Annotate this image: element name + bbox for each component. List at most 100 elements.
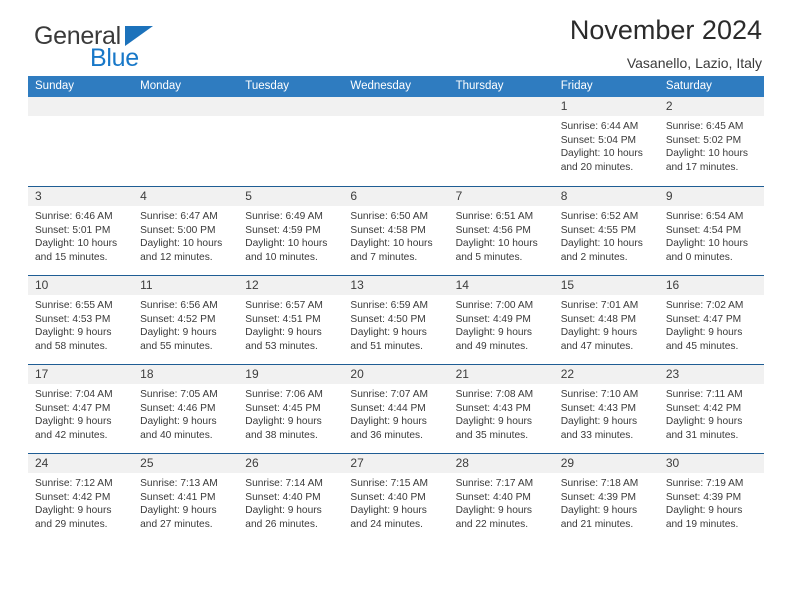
day-number: 29 — [553, 454, 659, 473]
day-details: Sunrise: 6:57 AM Sunset: 4:51 PM Daylight:… — [238, 295, 343, 353]
day-number — [238, 97, 344, 116]
sunrise-text: Sunrise: 7:08 AM — [455, 389, 534, 400]
weekday-header-monday: Monday — [140, 80, 182, 92]
calendar-day-cell[interactable]: 8 Sunrise: 6:52 AM Sunset: 4:55 PM Daylight… — [553, 187, 659, 275]
calendar-day-cell[interactable]: 9 Sunrise: 6:54 AM Sunset: 4:54 PM Daylight… — [658, 187, 764, 275]
sunset-text: Sunset: 4:52 PM — [140, 313, 216, 325]
sunrise-text: Sunrise: 7:17 AM — [455, 478, 534, 489]
calendar-week-row: 1 Sunrise: 6:44 AM Sunset: 5:04 PM Daylight… — [28, 97, 764, 186]
sunrise-text: Sunrise: 6:51 AM — [455, 211, 534, 222]
calendar-day-cell[interactable]: 7 Sunrise: 6:51 AM Sunset: 4:56 PM Daylight… — [448, 187, 554, 275]
calendar-day-cell[interactable]: 11 Sunrise: 6:56 AM Sunset: 4:52 PM Dayligh… — [133, 276, 239, 364]
calendar-day-cell[interactable]: 16 Sunrise: 7:02 AM Sunset: 4:47 PM Dayligh… — [658, 276, 764, 364]
calendar-day-cell[interactable]: 15 Sunrise: 7:01 AM Sunset: 4:48 PM Dayligh… — [553, 276, 659, 364]
calendar-day-cell[interactable]: 17 Sunrise: 7:04 AM Sunset: 4:47 PM Dayligh… — [28, 365, 134, 453]
sunset-text: Sunset: 4:49 PM — [455, 313, 531, 325]
sunset-text: Sunset: 5:02 PM — [665, 134, 742, 146]
triangle-icon — [125, 26, 153, 46]
calendar-day-cell[interactable]: 1 Sunrise: 6:44 AM Sunset: 5:04 PM Daylight… — [553, 97, 659, 186]
sunrise-text: Sunrise: 7:04 AM — [35, 389, 113, 400]
daylight-text: Daylight: 9 hours and 27 minutes. — [140, 505, 217, 530]
sunset-text: Sunset: 4:56 PM — [455, 224, 531, 236]
sunset-text: Sunset: 5:01 PM — [35, 224, 111, 236]
calendar-day-cell[interactable]: 23 Sunrise: 7:11 AM Sunset: 4:42 PM Dayligh… — [658, 365, 764, 453]
sunset-text: Sunset: 4:39 PM — [665, 491, 742, 503]
calendar-day-cell[interactable]: 26 Sunrise: 7:14 AM Sunset: 4:40 PM Dayligh… — [238, 454, 344, 542]
calendar-day-cell[interactable]: 27 Sunrise: 7:15 AM Sunset: 4:40 PM Dayligh… — [343, 454, 449, 542]
sunset-text: Sunset: 4:46 PM — [140, 402, 216, 414]
daylight-text: Daylight: 9 hours and 51 minutes. — [350, 327, 427, 352]
day-number: 5 — [238, 187, 344, 206]
sunset-text: Sunset: 4:44 PM — [350, 402, 426, 414]
day-details: Sunrise: 7:13 AM Sunset: 4:41 PM Daylight:… — [133, 473, 238, 531]
day-number: 2 — [658, 97, 764, 116]
calendar-day-cell[interactable]: 29 Sunrise: 7:18 AM Sunset: 4:39 PM Dayligh… — [553, 454, 659, 542]
calendar-day-cell[interactable]: 19 Sunrise: 7:06 AM Sunset: 4:45 PM Dayligh… — [238, 365, 344, 453]
sunrise-text: Sunrise: 6:47 AM — [140, 211, 218, 222]
daylight-text: Daylight: 9 hours and 21 minutes. — [560, 505, 638, 530]
day-details: Sunrise: 7:17 AM Sunset: 4:40 PM Daylight:… — [449, 473, 554, 531]
sunset-text: Sunset: 4:54 PM — [665, 224, 742, 236]
calendar-day-cell[interactable]: 18 Sunrise: 7:05 AM Sunset: 4:46 PM Dayligh… — [133, 365, 239, 453]
calendar-day-cell[interactable]: 24 Sunrise: 7:12 AM Sunset: 4:42 PM Dayligh… — [28, 454, 134, 542]
day-details: Sunrise: 6:55 AM Sunset: 4:53 PM Daylight:… — [28, 295, 133, 353]
day-details: Sunrise: 7:04 AM Sunset: 4:47 PM Daylight:… — [28, 384, 133, 442]
calendar-day-cell[interactable]: 20 Sunrise: 7:07 AM Sunset: 4:44 PM Dayligh… — [343, 365, 449, 453]
calendar-day-cell[interactable]: 22 Sunrise: 7:10 AM Sunset: 4:43 PM Dayligh… — [553, 365, 659, 453]
day-number — [448, 97, 554, 116]
day-details: Sunrise: 7:15 AM Sunset: 4:40 PM Daylight:… — [343, 473, 448, 531]
calendar-day-cell[interactable]: 3 Sunrise: 6:46 AM Sunset: 5:01 PM Daylight… — [28, 187, 134, 275]
sunrise-text: Sunrise: 7:11 AM — [665, 389, 743, 400]
calendar-day-cell[interactable]: 14 Sunrise: 7:00 AM Sunset: 4:49 PM Dayligh… — [448, 276, 554, 364]
daylight-text: Daylight: 9 hours and 45 minutes. — [665, 327, 743, 352]
calendar-day-cell[interactable]: 30 Sunrise: 7:19 AM Sunset: 4:39 PM Dayligh… — [658, 454, 764, 542]
weekday-header-wednesday: Wednesday — [350, 80, 411, 92]
daylight-text: Daylight: 9 hours and 38 minutes. — [245, 416, 322, 441]
calendar-day-cell[interactable]: 2 Sunrise: 6:45 AM Sunset: 5:02 PM Daylight… — [658, 97, 764, 186]
day-number: 15 — [553, 276, 659, 295]
sunrise-text: Sunrise: 6:59 AM — [350, 300, 429, 311]
day-details: Sunrise: 7:06 AM Sunset: 4:45 PM Daylight:… — [238, 384, 343, 442]
daylight-text: Daylight: 10 hours and 2 minutes. — [560, 238, 643, 263]
sunset-text: Sunset: 4:50 PM — [350, 313, 426, 325]
generalblue-logo[interactable]: General Blue — [28, 22, 258, 74]
day-details: Sunrise: 6:47 AM Sunset: 5:00 PM Daylight:… — [133, 206, 238, 264]
calendar-day-cell[interactable]: 25 Sunrise: 7:13 AM Sunset: 4:41 PM Dayligh… — [133, 454, 239, 542]
day-details: Sunrise: 7:08 AM Sunset: 4:43 PM Daylight:… — [449, 384, 554, 442]
sunrise-text: Sunrise: 6:54 AM — [665, 211, 744, 222]
day-details: Sunrise: 6:54 AM Sunset: 4:54 PM Daylight:… — [659, 206, 764, 264]
logo-text-blue: Blue — [90, 44, 139, 72]
calendar-cell-empty — [448, 97, 554, 186]
day-number: 27 — [343, 454, 449, 473]
weekday-header-tuesday: Tuesday — [245, 80, 289, 92]
day-number: 9 — [658, 187, 764, 206]
calendar-day-cell[interactable]: 10 Sunrise: 6:55 AM Sunset: 4:53 PM Dayligh… — [28, 276, 134, 364]
sunset-text: Sunset: 4:41 PM — [140, 491, 216, 503]
sunset-text: Sunset: 4:51 PM — [245, 313, 321, 325]
day-details: Sunrise: 7:12 AM Sunset: 4:42 PM Daylight:… — [28, 473, 133, 531]
daylight-text: Daylight: 9 hours and 35 minutes. — [455, 416, 533, 441]
calendar-day-cell[interactable]: 13 Sunrise: 6:59 AM Sunset: 4:50 PM Dayligh… — [343, 276, 449, 364]
sunset-text: Sunset: 4:42 PM — [35, 491, 111, 503]
calendar-week-row: 3 Sunrise: 6:46 AM Sunset: 5:01 PM Daylight… — [28, 186, 764, 275]
daylight-text: Daylight: 9 hours and 58 minutes. — [35, 327, 112, 352]
sunset-text: Sunset: 4:45 PM — [245, 402, 321, 414]
daylight-text: Daylight: 10 hours and 12 minutes. — [140, 238, 223, 263]
calendar-day-cell[interactable]: 5 Sunrise: 6:49 AM Sunset: 4:59 PM Daylight… — [238, 187, 344, 275]
sunrise-text: Sunrise: 7:14 AM — [245, 478, 323, 489]
calendar-day-cell[interactable]: 21 Sunrise: 7:08 AM Sunset: 4:43 PM Dayligh… — [448, 365, 554, 453]
calendar-day-cell[interactable]: 6 Sunrise: 6:50 AM Sunset: 4:58 PM Daylight… — [343, 187, 449, 275]
day-details: Sunrise: 7:14 AM Sunset: 4:40 PM Daylight:… — [238, 473, 343, 531]
day-number: 22 — [553, 365, 659, 384]
day-number: 14 — [448, 276, 554, 295]
daylight-text: Daylight: 9 hours and 31 minutes. — [665, 416, 743, 441]
sunset-text: Sunset: 4:47 PM — [665, 313, 742, 325]
calendar-weeks: 1 Sunrise: 6:44 AM Sunset: 5:04 PM Daylight… — [28, 97, 764, 542]
sunrise-text: Sunrise: 7:00 AM — [455, 300, 534, 311]
calendar-day-cell[interactable]: 12 Sunrise: 6:57 AM Sunset: 4:51 PM Dayligh… — [238, 276, 344, 364]
calendar-day-cell[interactable]: 4 Sunrise: 6:47 AM Sunset: 5:00 PM Daylight… — [133, 187, 239, 275]
daylight-text: Daylight: 9 hours and 47 minutes. — [560, 327, 638, 352]
calendar-day-cell[interactable]: 28 Sunrise: 7:17 AM Sunset: 4:40 PM Dayligh… — [448, 454, 554, 542]
daylight-text: Daylight: 9 hours and 33 minutes. — [560, 416, 638, 441]
sunrise-text: Sunrise: 7:01 AM — [560, 300, 639, 311]
